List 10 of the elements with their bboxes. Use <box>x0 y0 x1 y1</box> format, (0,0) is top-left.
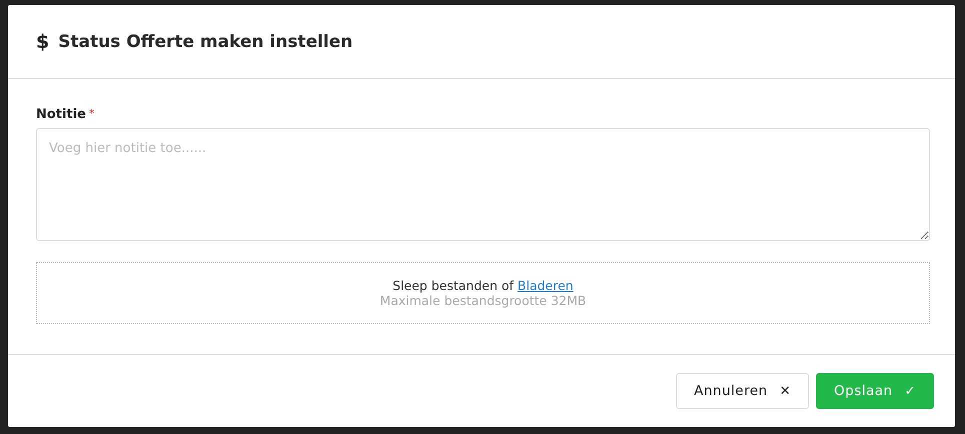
note-field[interactable]: Voeg hier notitie toe...... <box>36 128 930 241</box>
cancel-button[interactable]: Annuleren ✕ <box>676 373 809 409</box>
dollar-icon: $ <box>36 30 50 52</box>
browse-link[interactable]: Bladeren <box>518 278 574 293</box>
dropzone-text: Sleep bestanden of <box>392 278 514 293</box>
file-size-hint: Maximale bestandsgrootte 32MB <box>380 293 586 308</box>
file-dropzone[interactable]: Sleep bestanden of Bladeren Maximale bestandsgrootte 32MB <box>36 262 930 324</box>
field-label: Notitie <box>36 107 86 122</box>
required-mark: * <box>88 107 94 120</box>
dialog-title: Status Offerte maken instellen <box>58 32 353 52</box>
